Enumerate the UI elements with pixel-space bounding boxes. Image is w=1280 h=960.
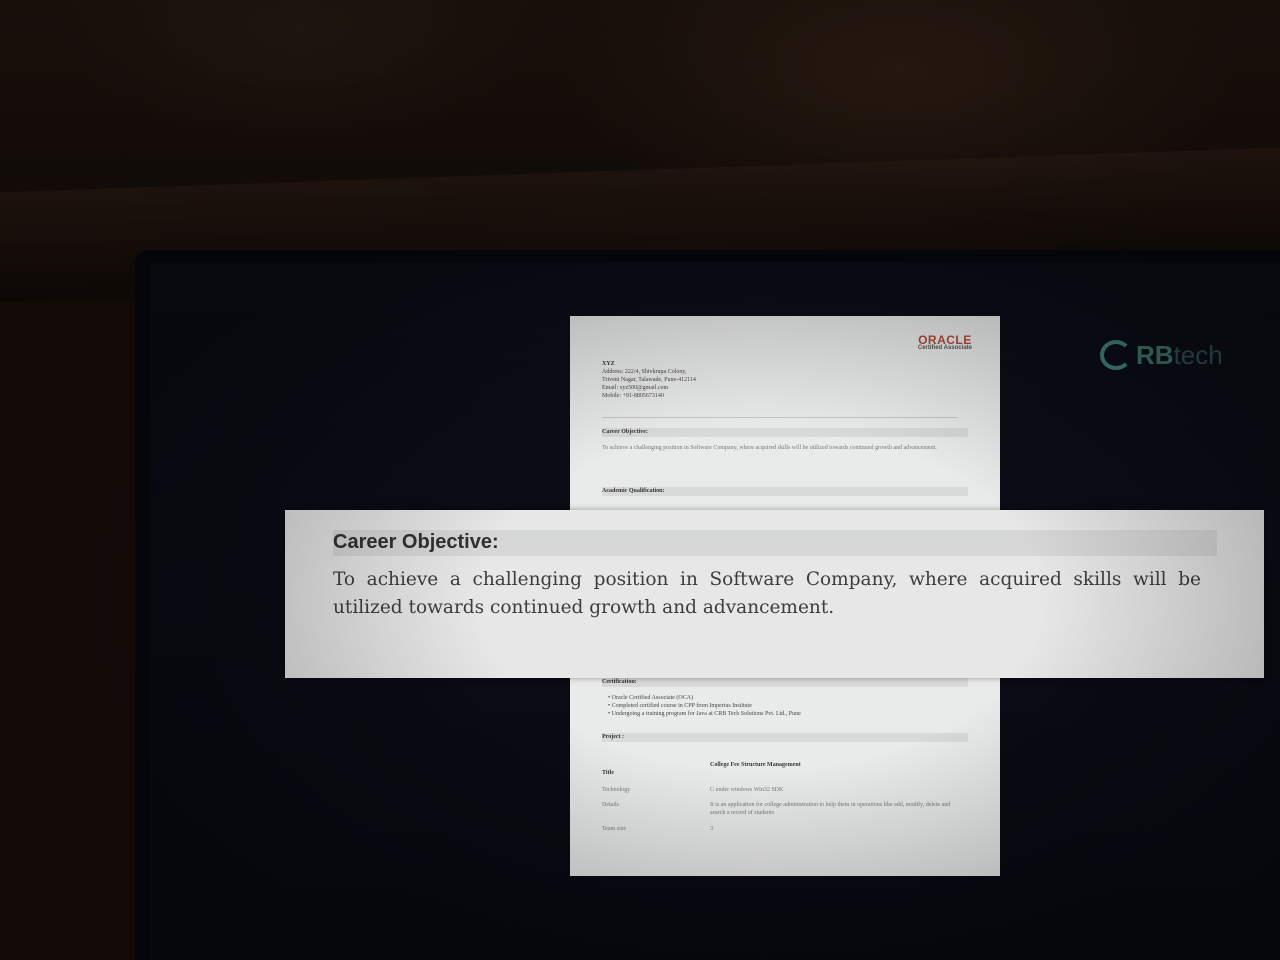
project-details-value: It is an application for college adminis… (710, 802, 951, 816)
project-team-value: 3 (710, 826, 713, 832)
list-item: Oracle Certified Associate (OCA) (608, 694, 960, 702)
project-tech-key: Technology (602, 787, 631, 793)
project-title-row: Title College Fee Structure Management (602, 761, 960, 777)
contact-block: XYZ Address: 222/4, Shivkrupa Colony, Tr… (602, 360, 696, 400)
crbtech-logo-text: RBtech (1136, 339, 1223, 370)
contact-line: Triveni Nagar, Talawade, Pune-412114 (602, 377, 696, 383)
list-item: Undergoing a training program for Java a… (608, 710, 960, 718)
project-details-row: Details It is an application for college… (602, 801, 960, 817)
crbtech-mark-icon (1100, 340, 1132, 370)
zoom-heading: Career Objective: (333, 531, 499, 553)
project-tech-value: C under windows Win32 SDK (710, 787, 784, 793)
project-team-row: Team size 3 (602, 825, 960, 833)
section-heading-academic: Academic Qualification: (602, 487, 968, 496)
list-item: Completed certified course in CPP from I… (608, 702, 960, 710)
section-heading-career: Career Objective: (602, 428, 968, 437)
zoom-body-text: To achieve a challenging position in Sof… (333, 569, 1201, 618)
project-title-key: Title (602, 770, 614, 776)
project-team-key: Team size (602, 826, 627, 832)
oracle-logo: ORACLE (918, 333, 972, 347)
contact-line: Email: xyz500@gmail.com (602, 385, 669, 391)
contact-line: Address: 222/4, Shivkrupa Colony, (602, 369, 687, 375)
oracle-badge: ORACLE Certified Associate (917, 333, 972, 352)
contact-line: Mobile: +91-8805673140 (602, 393, 664, 399)
project-tech-row: Technology C under windows Win32 SDK (602, 786, 960, 794)
crbtech-logo: RBtech (1100, 330, 1250, 380)
career-objective-text: To achieve a challenging position in Sof… (602, 445, 937, 451)
divider (602, 417, 958, 418)
section-heading-certification: Certification: (602, 678, 968, 687)
certification-list: Oracle Certified Associate (OCA) Complet… (608, 694, 960, 718)
oracle-certified-label: Certified Associate (917, 345, 972, 351)
project-details-key: Details (602, 802, 619, 808)
project-title-value: College Fee Structure Management (710, 762, 801, 768)
zoomed-career-objective: Career Objective: To achieve a challengi… (285, 510, 1264, 678)
section-heading-project: Project : (602, 733, 968, 742)
contact-line: XYZ (602, 361, 615, 367)
